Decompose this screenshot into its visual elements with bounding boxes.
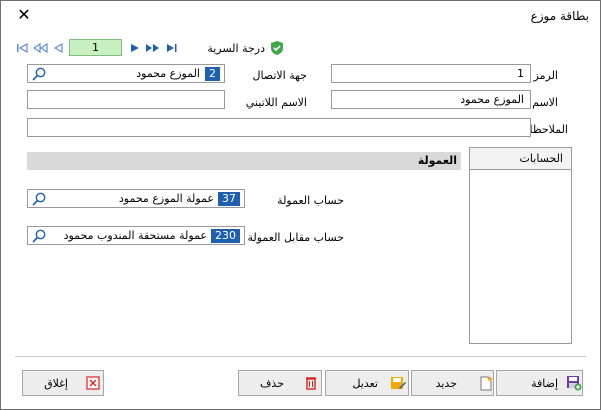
last-record-icon[interactable] — [165, 41, 179, 57]
security-level-label: درجة السرية — [207, 42, 265, 55]
name-field[interactable]: الموزع محمود — [331, 90, 531, 109]
code-value: 1 — [517, 67, 524, 80]
first-record-icon[interactable] — [15, 41, 29, 57]
commission-section-header: العمولة — [27, 152, 461, 170]
search-icon[interactable] — [31, 191, 47, 207]
commission-account-field[interactable]: 37 عمولة الموزع محمود — [27, 189, 245, 208]
commission-account-label: حساب العمولة — [277, 194, 344, 207]
commission-account-name: عمولة الموزع محمود — [118, 192, 214, 205]
next-record-icon[interactable] — [128, 41, 142, 57]
contact-code-badge: 2 — [205, 67, 220, 81]
delete-button[interactable]: حذف — [238, 370, 322, 396]
contact-name: الموزع محمود — [136, 67, 200, 80]
search-icon[interactable] — [31, 228, 47, 244]
distributor-card-window: بطاقة موزع ✕ 1 درجة السرية الرمز 1 جهة ا… — [0, 0, 601, 410]
title-bar: بطاقة موزع ✕ — [1, 1, 600, 31]
close-box-icon — [85, 375, 101, 391]
notes-field[interactable] — [27, 118, 531, 137]
accounts-panel[interactable]: الحسابات — [469, 147, 572, 344]
new-button-label: جديد — [435, 377, 457, 390]
code-field[interactable]: 1 — [331, 64, 531, 83]
previous-page-icon[interactable] — [32, 41, 48, 57]
edit-button[interactable]: تعديل — [325, 370, 409, 396]
commission-contra-code-badge: 230 — [211, 229, 240, 243]
commission-contra-account-field[interactable]: 230 عمولة مستحقة المندوب محمود — [27, 226, 245, 245]
add-button[interactable]: إضافة — [496, 370, 583, 396]
contact-lookup-field[interactable]: 2 الموزع محمود — [27, 64, 225, 83]
contact-label: جهة الاتصال — [252, 69, 307, 82]
commission-contra-account-name: عمولة مستحقة المندوب محمود — [63, 229, 207, 242]
shield-icon — [269, 40, 285, 56]
search-icon[interactable] — [31, 66, 47, 82]
add-button-label: إضافة — [531, 377, 558, 390]
latin-name-label: الاسم اللاتيني — [245, 96, 307, 109]
close-button-label: إغلاق — [44, 377, 68, 390]
edit-save-icon — [390, 375, 406, 391]
code-label: الرمز — [533, 69, 558, 82]
commission-contra-account-label: حساب مقابل العمولة — [247, 231, 344, 244]
commission-account-code-badge: 37 — [218, 192, 240, 206]
close-icon[interactable]: ✕ — [15, 6, 33, 24]
name-value: الموزع محمود — [460, 93, 524, 106]
close-button[interactable]: إغلاق — [22, 370, 104, 396]
latin-name-field[interactable] — [27, 90, 225, 109]
footer-divider — [15, 356, 586, 357]
save-add-icon — [566, 375, 582, 391]
next-page-icon[interactable] — [145, 41, 161, 57]
new-document-icon — [478, 375, 494, 391]
commission-section-title: العمولة — [417, 154, 457, 167]
previous-record-icon[interactable] — [51, 41, 65, 57]
accounts-panel-title: الحسابات — [519, 152, 563, 165]
name-label: الاسم — [532, 96, 558, 109]
page-number-field[interactable]: 1 — [69, 39, 122, 56]
new-button[interactable]: جديد — [411, 370, 494, 396]
window-title: بطاقة موزع — [530, 9, 589, 23]
trash-icon — [303, 375, 319, 391]
delete-button-label: حذف — [260, 377, 284, 390]
edit-button-label: تعديل — [352, 377, 378, 390]
accounts-panel-header: الحسابات — [470, 148, 571, 170]
